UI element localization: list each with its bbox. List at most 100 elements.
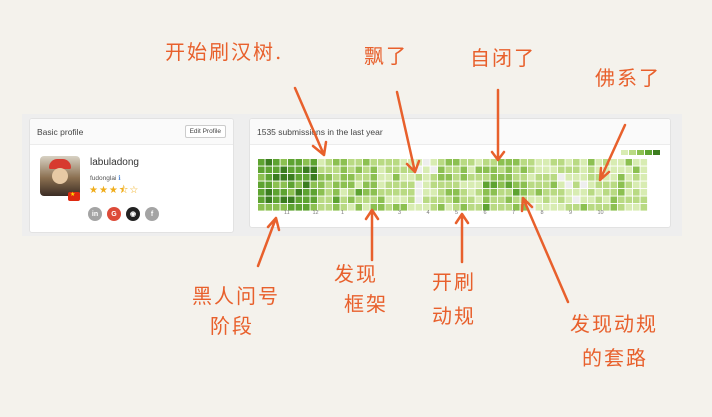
heatmap-cell[interactable] — [393, 189, 400, 196]
heatmap-cell[interactable] — [610, 196, 618, 204]
heatmap-cell[interactable] — [498, 174, 505, 181]
heatmap-cell[interactable] — [273, 189, 280, 196]
heatmap-cell[interactable] — [325, 159, 333, 166]
heatmap-cell[interactable] — [543, 166, 550, 174]
heatmap-cell[interactable] — [513, 166, 520, 174]
heatmap-cell[interactable] — [483, 159, 490, 166]
heatmap-cell[interactable] — [400, 174, 408, 181]
heatmap-cell[interactable] — [333, 196, 340, 204]
heatmap-cell[interactable] — [453, 189, 460, 196]
heatmap-cell[interactable] — [355, 159, 363, 166]
heatmap-cell[interactable] — [310, 166, 318, 174]
heatmap-cell[interactable] — [258, 181, 265, 189]
heatmap-cell[interactable] — [490, 181, 498, 189]
heatmap-cell[interactable] — [273, 181, 280, 189]
heatmap-cell[interactable] — [475, 196, 483, 204]
heatmap-cell[interactable] — [483, 196, 490, 204]
heatmap-cell[interactable] — [423, 189, 430, 196]
heatmap-cell[interactable] — [513, 196, 520, 204]
heatmap-cell[interactable] — [303, 159, 310, 166]
heatmap-cell[interactable] — [633, 159, 640, 166]
heatmap-cell[interactable] — [310, 189, 318, 196]
heatmap-cell[interactable] — [535, 159, 543, 166]
heatmap-cell[interactable] — [370, 196, 378, 204]
heatmap-cell[interactable] — [565, 159, 573, 166]
heatmap-cell[interactable] — [288, 189, 295, 196]
heatmap-cell[interactable] — [558, 166, 565, 174]
heatmap-cell[interactable] — [460, 159, 468, 166]
heatmap-cell[interactable] — [333, 174, 340, 181]
heatmap-cell[interactable] — [340, 196, 348, 204]
heatmap-cell[interactable] — [625, 174, 633, 181]
heatmap-cell[interactable] — [483, 181, 490, 189]
heatmap-cell[interactable] — [520, 181, 528, 189]
heatmap-cell[interactable] — [588, 181, 595, 189]
heatmap-cell[interactable] — [385, 181, 393, 189]
heatmap-cell[interactable] — [415, 189, 423, 196]
heatmap-cell[interactable] — [588, 196, 595, 204]
heatmap-cell[interactable] — [318, 174, 325, 181]
heatmap-cell[interactable] — [520, 166, 528, 174]
heatmap-cell[interactable] — [580, 166, 588, 174]
heatmap-cell[interactable] — [423, 174, 430, 181]
heatmap-cell[interactable] — [460, 189, 468, 196]
heatmap-cell[interactable] — [528, 166, 535, 174]
heatmap-cell[interactable] — [468, 174, 475, 181]
heatmap-cell[interactable] — [280, 196, 288, 204]
heatmap-cell[interactable] — [385, 196, 393, 204]
avatar[interactable] — [40, 156, 80, 196]
heatmap-cell[interactable] — [475, 159, 483, 166]
heatmap-cell[interactable] — [505, 181, 513, 189]
heatmap-cell[interactable] — [640, 174, 648, 181]
heatmap-cell[interactable] — [385, 166, 393, 174]
heatmap-cell[interactable] — [483, 174, 490, 181]
heatmap-cell[interactable] — [340, 189, 348, 196]
info-icon[interactable]: ℹ — [118, 175, 120, 182]
heatmap-cell[interactable] — [505, 166, 513, 174]
heatmap-cell[interactable] — [565, 189, 573, 196]
heatmap-cell[interactable] — [588, 174, 595, 181]
heatmap-cell[interactable] — [303, 174, 310, 181]
heatmap-cell[interactable] — [618, 174, 625, 181]
heatmap-cell[interactable] — [475, 181, 483, 189]
heatmap-cell[interactable] — [423, 196, 430, 204]
heatmap-cell[interactable] — [558, 181, 565, 189]
heatmap-cell[interactable] — [318, 196, 325, 204]
heatmap-cell[interactable] — [595, 189, 603, 196]
heatmap-cell[interactable] — [475, 174, 483, 181]
heatmap-cell[interactable] — [303, 181, 310, 189]
heatmap-cell[interactable] — [265, 181, 273, 189]
heatmap-cell[interactable] — [633, 196, 640, 204]
heatmap-cell[interactable] — [625, 166, 633, 174]
heatmap-cell[interactable] — [438, 159, 445, 166]
github-icon[interactable]: ◉ — [126, 207, 140, 221]
heatmap-cell[interactable] — [528, 174, 535, 181]
heatmap-cell[interactable] — [528, 181, 535, 189]
linkedin-icon[interactable]: in — [88, 207, 102, 221]
heatmap-cell[interactable] — [633, 181, 640, 189]
heatmap-cell[interactable] — [423, 181, 430, 189]
heatmap-cell[interactable] — [573, 159, 580, 166]
heatmap-cell[interactable] — [573, 174, 580, 181]
heatmap-cell[interactable] — [453, 196, 460, 204]
heatmap-cell[interactable] — [498, 159, 505, 166]
heatmap-cell[interactable] — [400, 159, 408, 166]
heatmap-cell[interactable] — [475, 189, 483, 196]
heatmap-cell[interactable] — [633, 189, 640, 196]
heatmap-cell[interactable] — [565, 174, 573, 181]
heatmap-cell[interactable] — [513, 181, 520, 189]
heatmap-cell[interactable] — [618, 181, 625, 189]
heatmap-cell[interactable] — [543, 174, 550, 181]
heatmap-cell[interactable] — [415, 174, 423, 181]
heatmap-cell[interactable] — [378, 189, 385, 196]
heatmap-cell[interactable] — [565, 181, 573, 189]
heatmap-cell[interactable] — [640, 196, 648, 204]
heatmap-cell[interactable] — [468, 189, 475, 196]
heatmap-cell[interactable] — [393, 166, 400, 174]
heatmap-cell[interactable] — [610, 189, 618, 196]
heatmap-cell[interactable] — [295, 181, 303, 189]
heatmap-cell[interactable] — [333, 166, 340, 174]
heatmap-cell[interactable] — [475, 166, 483, 174]
heatmap-cell[interactable] — [445, 166, 453, 174]
heatmap-cell[interactable] — [393, 196, 400, 204]
